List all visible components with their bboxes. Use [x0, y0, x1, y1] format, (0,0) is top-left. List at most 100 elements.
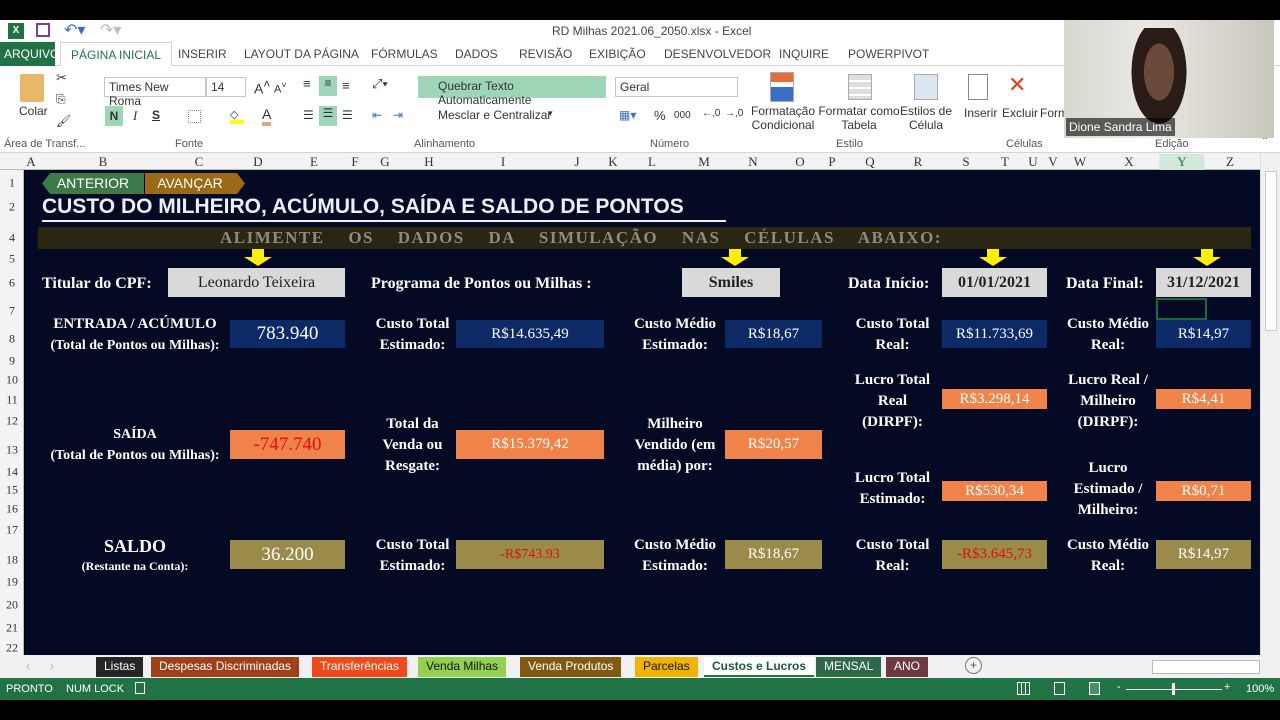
column-header[interactable]: D — [253, 154, 262, 170]
selected-cell-y7[interactable] — [1156, 298, 1207, 320]
column-header[interactable]: H — [424, 154, 433, 170]
cell-styles-icon[interactable] — [914, 74, 938, 100]
bold-button[interactable]: N — [105, 106, 123, 126]
sheet-tab[interactable]: Custos e Lucros — [704, 657, 815, 677]
row-header[interactable]: 2 — [0, 200, 24, 215]
increase-indent-icon[interactable]: ⇥ — [393, 108, 403, 122]
tab-powerpivot[interactable]: POWERPIVOT — [848, 47, 929, 61]
zoom-level[interactable]: 100% — [1246, 683, 1274, 695]
row-header[interactable]: 20 — [0, 598, 24, 613]
saldo-custo-medio-real-value[interactable]: R$14,97 — [1156, 540, 1251, 569]
row-header[interactable]: 15 — [0, 483, 24, 498]
sheet-tab[interactable]: Parcelas — [635, 657, 698, 677]
anterior-button[interactable]: ANTERIOR — [42, 173, 144, 194]
increase-decimal-icon[interactable]: ←,0 — [702, 108, 720, 119]
custo-total-real-value[interactable]: R$11.733,69 — [942, 320, 1047, 348]
orientation-icon[interactable]: ⤢▾ — [372, 76, 388, 92]
sheet-tab[interactable]: Transferências — [312, 657, 407, 677]
macro-record-icon[interactable] — [135, 682, 145, 694]
vertical-scrollbar[interactable] — [1260, 153, 1280, 655]
titular-input[interactable]: Leonardo Teixeira — [168, 268, 345, 297]
merge-center-button[interactable]: Mesclar e Centralizar — [420, 108, 551, 122]
grow-font-icon[interactable]: A˄ — [254, 78, 270, 97]
column-header[interactable]: N — [748, 154, 757, 170]
column-header[interactable]: O — [795, 154, 804, 170]
tab-desenvolvedor[interactable]: DESENVOLVEDOR — [664, 47, 771, 61]
insert-cells-icon[interactable] — [968, 74, 988, 100]
font-size-select[interactable]: 14 — [206, 77, 246, 97]
column-header[interactable]: F — [351, 154, 358, 170]
programa-input[interactable]: Smiles — [682, 268, 780, 297]
redo-icon[interactable]: ↷▾ — [100, 20, 121, 40]
total-venda-value[interactable]: R$15.379,42 — [456, 430, 604, 459]
undo-icon[interactable]: ↶▾ — [64, 20, 85, 40]
column-header[interactable]: P — [828, 154, 835, 170]
row-header[interactable]: 12 — [0, 414, 24, 429]
saldo-custo-real-value[interactable]: -R$3.645,73 — [942, 540, 1047, 569]
row-header[interactable]: 1 — [0, 176, 24, 191]
page-break-icon[interactable] — [1089, 682, 1100, 695]
milheiro-vendido-value[interactable]: R$20,57 — [725, 430, 822, 459]
sheet-tab[interactable]: ANO — [886, 657, 929, 677]
align-right-icon[interactable]: ☰ — [342, 108, 353, 122]
column-header[interactable]: I — [501, 154, 505, 170]
conditional-format-icon[interactable] — [770, 72, 794, 102]
decrease-indent-icon[interactable]: ⇤ — [372, 108, 382, 122]
column-header[interactable]: S — [962, 154, 969, 170]
currency-icon[interactable]: ▦▾ — [619, 108, 636, 122]
normal-view-icon[interactable] — [1017, 682, 1030, 695]
align-left-icon[interactable]: ☰ — [303, 108, 314, 122]
paste-icon[interactable] — [20, 74, 44, 102]
format-table-icon[interactable] — [848, 74, 872, 100]
column-header[interactable]: W — [1074, 154, 1086, 170]
row-header[interactable]: 11 — [0, 393, 24, 408]
row-header[interactable]: 21 — [0, 621, 24, 636]
custo-total-est-value[interactable]: R$14.635,49 — [456, 320, 604, 348]
tab-pagina-inicial[interactable]: PÁGINA INICIAL — [60, 42, 173, 67]
column-header[interactable]: G — [380, 154, 389, 170]
shrink-font-icon[interactable]: A˅ — [274, 80, 287, 96]
row-header[interactable]: 5 — [0, 252, 24, 267]
row-header[interactable]: 22 — [0, 641, 24, 656]
font-name-select[interactable]: Times New Roma — [104, 77, 206, 108]
row-header[interactable]: 6 — [0, 276, 24, 291]
row-header[interactable]: 10 — [0, 373, 24, 388]
cell-styles-button[interactable]: Estilos de Célula — [898, 104, 954, 132]
tab-dados[interactable]: DADOS — [455, 47, 498, 61]
tab-revisao[interactable]: REVISÃO — [519, 47, 572, 61]
align-bottom-icon[interactable]: ≡ — [342, 78, 350, 93]
row-header[interactable]: 14 — [0, 465, 24, 480]
tab-exibicao[interactable]: EXIBIÇÃO — [589, 47, 646, 61]
zoom-out-icon[interactable]: - — [1117, 681, 1121, 693]
delete-cells-button[interactable]: Excluir — [1002, 106, 1038, 120]
column-header[interactable]: K — [608, 154, 617, 170]
add-sheet-icon[interactable]: + — [965, 657, 982, 674]
zoom-slider-thumb[interactable] — [1172, 683, 1175, 695]
align-middle-icon[interactable]: ≡ — [319, 76, 337, 96]
scroll-thumb[interactable] — [1265, 171, 1277, 331]
data-inicio-input[interactable]: 01/01/2021 — [942, 268, 1047, 297]
lucro-est-milheiro-value[interactable]: R$0,71 — [1156, 481, 1251, 501]
row-header[interactable]: 8 — [0, 332, 24, 347]
row-header[interactable]: 4 — [0, 231, 24, 246]
column-header[interactable]: U — [1028, 154, 1037, 170]
column-header[interactable]: E — [310, 154, 318, 170]
column-header[interactable]: R — [914, 154, 923, 170]
column-header[interactable]: L — [648, 154, 656, 170]
cut-icon[interactable]: ✂ — [56, 70, 67, 86]
conditional-format-button[interactable]: Formatação Condicional — [748, 104, 818, 132]
copy-icon[interactable]: ⎘ — [56, 92, 66, 107]
lucro-real-milheiro-value[interactable]: R$4,41 — [1156, 389, 1251, 409]
tab-layout[interactable]: LAYOUT DA PÁGINA — [244, 47, 359, 61]
tab-arquivo[interactable]: ARQUIVO — [0, 42, 59, 66]
row-header[interactable]: 7 — [0, 304, 24, 319]
delete-cells-icon[interactable]: ✕ — [1008, 72, 1026, 98]
sheet-tab[interactable]: Despesas Discriminadas — [151, 657, 300, 677]
lucro-total-est-value[interactable]: R$530,34 — [942, 481, 1047, 501]
tab-inquire[interactable]: INQUIRE — [779, 47, 829, 61]
custo-medio-est-value[interactable]: R$18,67 — [725, 320, 822, 348]
underline-button[interactable]: S — [152, 108, 160, 122]
row-header[interactable]: 9 — [0, 354, 24, 369]
decrease-decimal-icon[interactable]: →,0 — [725, 108, 743, 119]
column-header[interactable]: M — [698, 154, 710, 170]
